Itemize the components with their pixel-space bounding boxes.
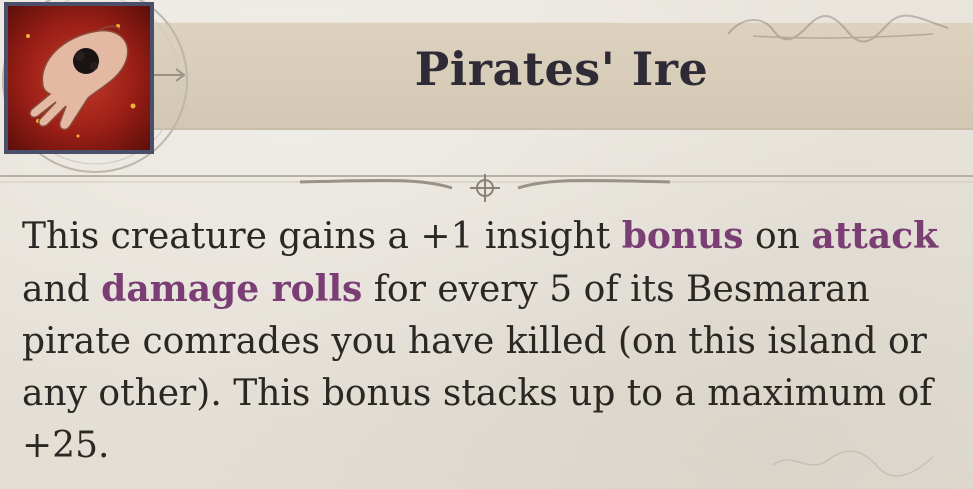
ability-title: Pirates' Ire — [414, 42, 709, 96]
description-text: This creature gains a +1 insight — [22, 216, 622, 257]
palm-with-dark-mark-icon — [26, 24, 136, 138]
description-text: and — [22, 269, 102, 310]
ability-icon-container — [0, 0, 200, 200]
keyword-bonus[interactable]: bonus — [622, 215, 744, 257]
ability-description: This creature gains a +1 insight bonus o… — [22, 210, 957, 472]
keyword-damage-rolls[interactable]: damage rolls — [101, 268, 362, 310]
watermark-flourish — [772, 450, 934, 477]
keyword-attack[interactable]: attack — [811, 215, 938, 257]
ability-icon-frame — [4, 2, 154, 154]
description-text: on — [743, 216, 812, 257]
